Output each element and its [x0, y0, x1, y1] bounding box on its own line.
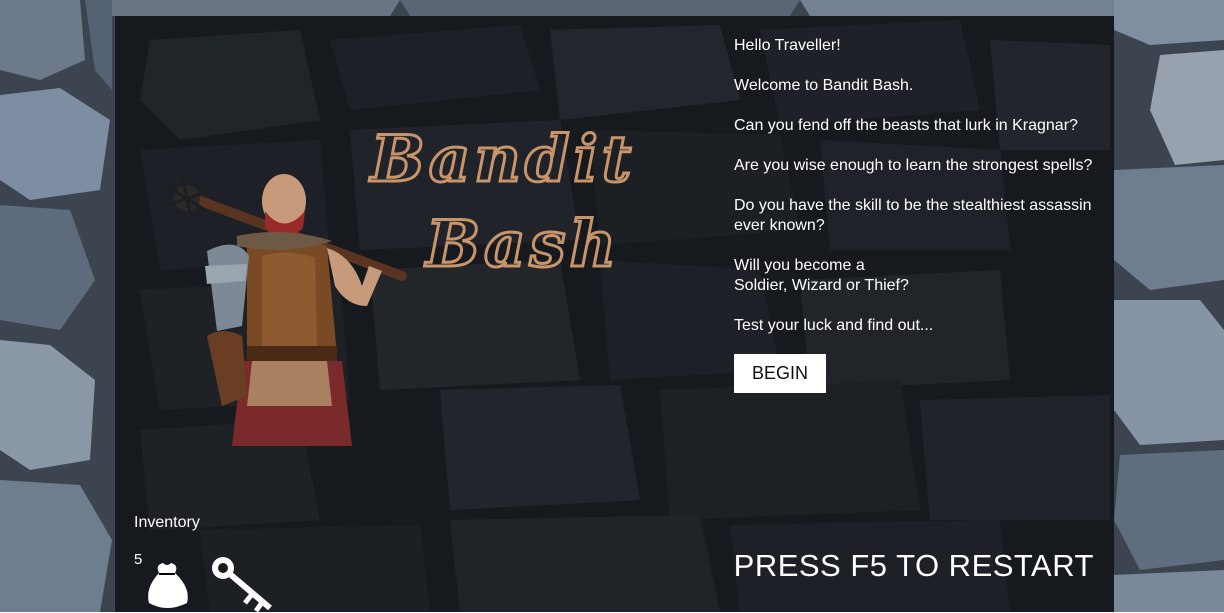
welcome-text: Welcome to Bandit Bash. [734, 77, 914, 94]
question-beasts: Can you fend off the beasts that lurk in… [734, 117, 1078, 134]
closing-text: Test your luck and find out... [734, 317, 934, 334]
question-class: Will you become a Soldier, Wizard or Thi… [734, 256, 1104, 296]
money-bag-icon[interactable] [148, 563, 188, 608]
logo-text-line1: Bandit [369, 122, 636, 197]
question-spells: Are you wise enough to learn the stronge… [734, 157, 1093, 174]
inventory-items [148, 557, 272, 613]
main-panel: Bandit Bash Hello Traveller! Welcome to … [115, 16, 1114, 613]
question-class-line2: Soldier, Wizard or Thief? [734, 277, 909, 294]
logo-text-line2: Bash [424, 207, 620, 282]
inventory-label: Inventory [134, 514, 200, 531]
bandit-bash-logo: Bandit Bash [367, 121, 636, 284]
key-icon[interactable] [212, 557, 272, 613]
question-class-line1: Will you become a [734, 257, 865, 274]
restart-instruction: PRESS F5 TO RESTART [733, 548, 1094, 583]
intro-text: Hello Traveller! Welcome to Bandit Bash.… [734, 36, 1104, 393]
greeting-text: Hello Traveller! [734, 37, 841, 54]
question-assassin: Do you have the skill to be the stealthi… [734, 197, 1092, 234]
begin-button[interactable]: BEGIN [734, 354, 827, 393]
inventory-count: 5 [134, 551, 143, 568]
